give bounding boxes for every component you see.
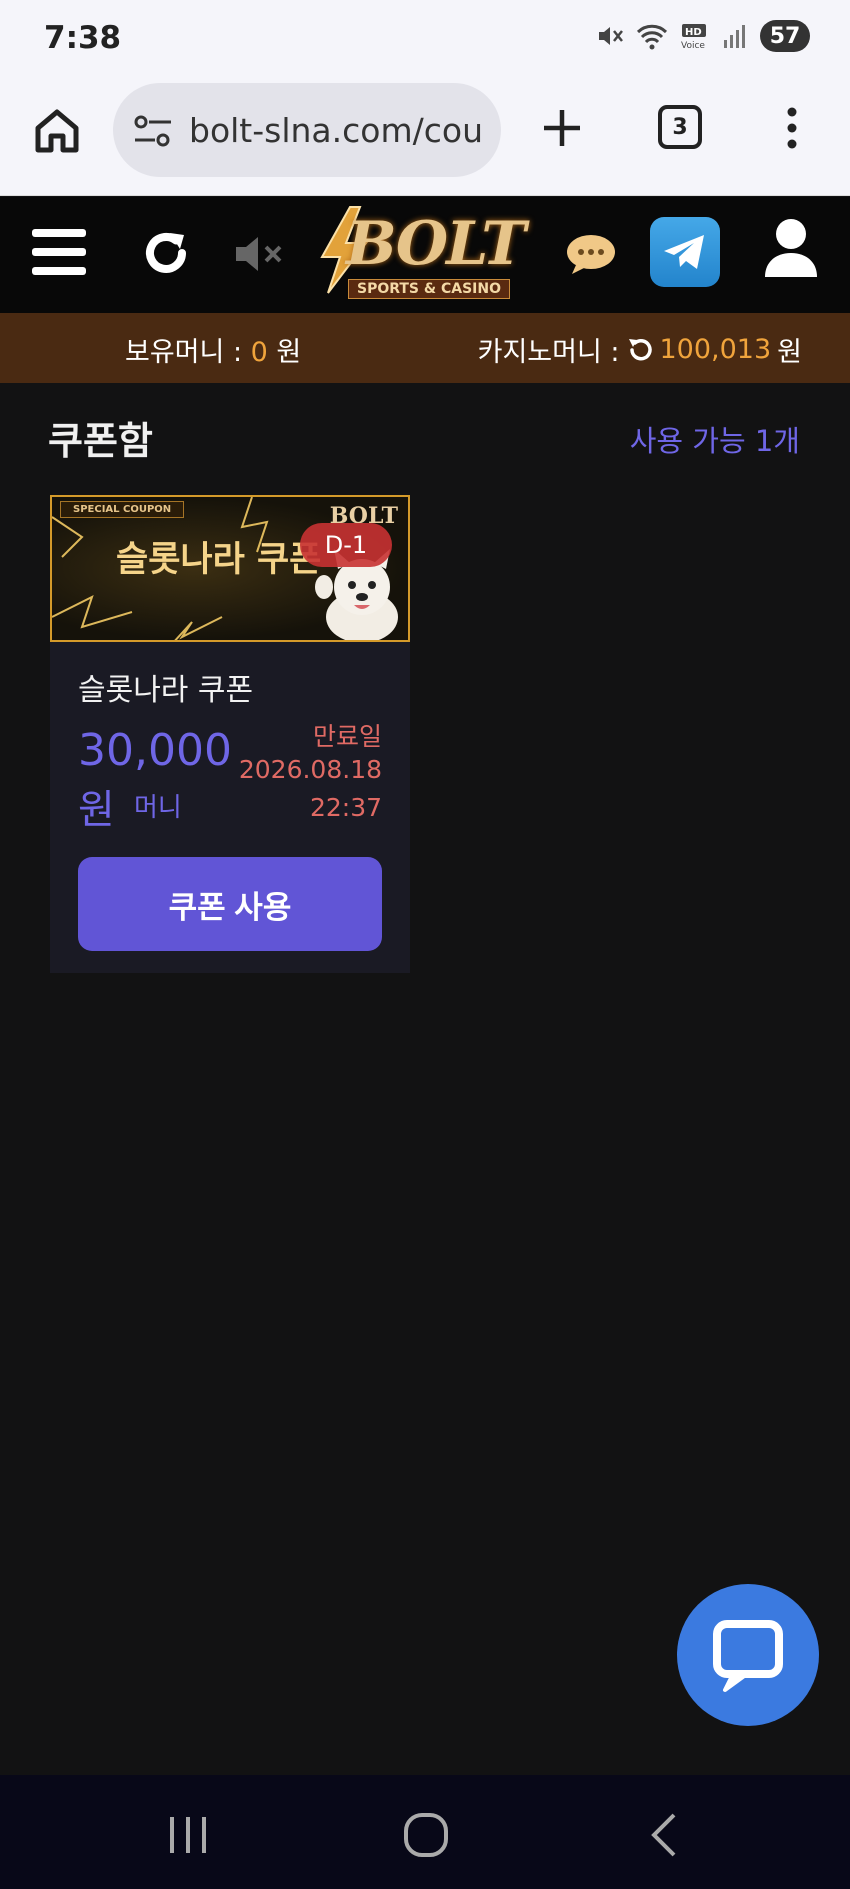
dday-badge: D-1 [300,523,392,567]
chat-icon[interactable] [566,233,616,275]
plus-icon[interactable] [540,106,584,150]
casino-value: 100,013 [659,334,772,365]
expiry-label: 만료일 [312,722,382,751]
home-icon[interactable] [32,106,82,156]
system-nav-bar [0,1775,850,1889]
holding-money: 보유머니 : 0 원 [125,330,301,369]
signal-icon [724,25,745,48]
home-circle-icon[interactable] [396,1805,456,1865]
chat-bubble-icon [713,1620,783,1692]
coupon-banner: SPECIAL COUPON 슬롯나라 쿠폰 BOLT D-1 [50,495,410,642]
casino-refresh-icon[interactable] [626,336,654,364]
svg-text:HD: HD [685,27,702,38]
available-count: 사용 가능 1개 [629,424,800,458]
casino-money: 카지노머니 : 100,013 원 [478,330,802,369]
back-icon[interactable] [636,1805,696,1865]
casino-unit: 원 [777,337,802,368]
casino-label: 카지노머니 : [477,337,620,368]
expiry-date: 2026.08.18 [238,755,382,784]
holding-label: 보유머니 : [125,337,251,368]
holding-value: 0 [250,337,268,368]
use-coupon-button[interactable]: 쿠폰 사용 [78,857,382,951]
browser-toolbar: bolt-slna.com/cou 3 [0,78,850,196]
svg-text:Voice: Voice [681,41,705,50]
status-time: 7:38 [44,20,122,56]
url-text: bolt-slna.com/cou [189,111,483,150]
coupon-money-type: 머니 [134,793,182,823]
site-settings-icon[interactable] [133,113,173,149]
telegram-icon[interactable] [650,217,720,287]
more-vert-icon[interactable] [782,106,802,150]
coupon-amount: 30,000 [78,725,232,776]
mute-icon [599,27,623,45]
banner-title: 슬롯나라 쿠폰 [116,540,322,580]
wifi-icon [636,24,668,50]
refresh-icon[interactable] [140,227,192,279]
special-coupon-tag: SPECIAL COUPON [60,501,185,518]
coupon-name: 슬롯나라 쿠폰 [78,673,254,708]
status-bar: 7:38 HD Voice 57 [0,0,850,78]
logo-subtitle: SPORTS & CASINO [348,279,510,299]
site-header: BOLT SPORTS & CASINO [0,197,850,313]
page-title: 쿠폰함 [48,419,153,463]
hd-voice-icon: HD Voice [681,24,706,50]
expiry-time: 22:37 [309,793,382,822]
coupon-card: SPECIAL COUPON 슬롯나라 쿠폰 BOLT D-1 슬롯나라 쿠폰 … [50,495,410,973]
sound-off-icon[interactable] [234,234,286,274]
user-icon[interactable] [763,217,819,279]
site-logo[interactable]: BOLT SPORTS & CASINO [312,205,542,305]
battery-icon: 57 [760,20,810,52]
menu-icon[interactable] [32,229,86,275]
holding-unit: 원 [267,337,302,368]
status-icons: HD Voice 57 [596,20,810,52]
address-bar[interactable]: bolt-slna.com/cou [113,83,501,177]
logo-text: BOLT [346,209,526,279]
recents-icon[interactable] [158,1805,218,1865]
tabs-icon[interactable]: 3 [658,105,702,149]
coupon-amount-unit: 원 [78,787,115,833]
live-chat-button[interactable] [677,1584,819,1726]
money-bar: 보유머니 : 0 원 카지노머니 : 100,013 원 [0,313,850,383]
